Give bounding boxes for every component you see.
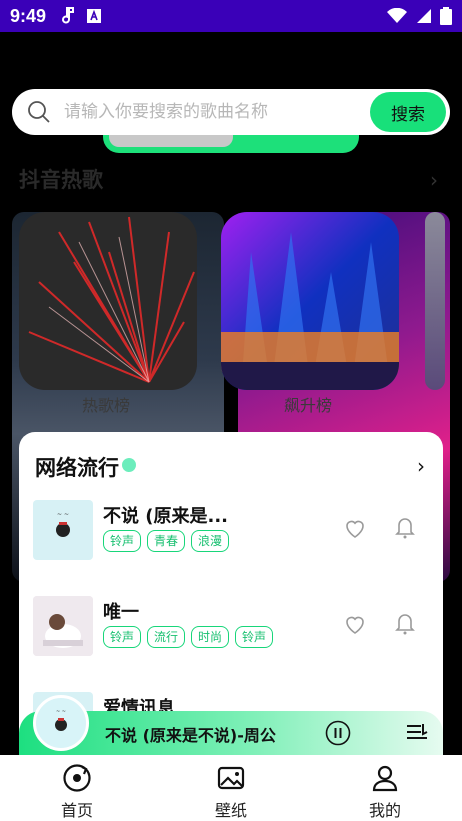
web-popular-title: 网络流行 [35,456,119,480]
playlist-icon[interactable] [405,721,429,745]
bell-icon[interactable] [393,514,417,540]
mini-player[interactable]: ~ ~ 不说 (原来是不说)-周公 [19,695,443,755]
douyin-section-title: 抖音热歌 [19,168,103,192]
image-icon [217,766,245,790]
tab-home[interactable]: 首页 [0,755,154,821]
mode-toggle-left[interactable] [109,133,233,147]
mode-toggle[interactable] [103,133,359,153]
song-tags: 铃声 青春 浪漫 [103,530,230,552]
song-tag[interactable]: 浪漫 [191,530,230,552]
song-tags: 铃声 流行 时尚 铃声 [103,626,274,648]
player-cover[interactable]: ~ ~ [33,695,89,751]
chart-card-hot-label: 热歌榜 [82,396,131,415]
song-cover: ~ ~ [33,500,93,560]
status-left-icons [58,6,102,26]
battery-icon [440,7,452,25]
music-note-icon [62,7,75,24]
song-row[interactable]: ~ ~ 不说 (原来是... 铃声 青春 浪漫 [33,500,433,560]
now-playing-title: 不说 (原来是不说)-周公 [105,726,276,745]
search-icon [26,99,52,125]
search-button[interactable]: 搜索 [370,92,446,132]
wifi-icon [387,8,407,23]
tab-mine-label: 我的 [368,801,401,820]
chart-card-rising-label: 飙升榜 [284,396,333,415]
song-title: 唯一 [103,602,139,623]
pause-icon[interactable] [325,720,351,746]
tab-wallpaper-label: 壁纸 [214,801,247,820]
tab-mine[interactable]: 我的 [308,755,462,821]
app-a-icon [87,9,102,23]
tab-wallpaper[interactable]: 壁纸 [154,755,308,821]
tab-home-label: 首页 [60,801,93,820]
song-title: 不说 (原来是... [103,506,229,527]
chart-card-rising[interactable] [221,212,399,390]
song-tag[interactable]: 青春 [147,530,186,552]
chart-card-hot[interactable] [19,212,197,390]
chart-card-third[interactable] [425,212,445,390]
search-bar: 搜索 [12,89,450,135]
song-tag[interactable]: 流行 [147,626,186,648]
heart-icon[interactable] [343,516,367,540]
song-tag[interactable]: 铃声 [103,626,142,648]
song-cover [33,596,93,656]
song-tag[interactable]: 铃声 [235,626,274,648]
svg-text:~ ~: ~ ~ [57,511,69,518]
bell-icon[interactable] [393,610,417,636]
music-disc-icon [63,764,91,792]
status-bar: 9:49 [0,0,462,32]
status-right [386,7,452,25]
douyin-more-chevron-icon[interactable]: › [430,168,438,192]
user-icon [372,765,398,792]
song-tag[interactable]: 铃声 [103,530,142,552]
title-decoration [122,458,136,472]
bottom-tabbar: 首页 壁纸 我的 [0,755,462,821]
song-row[interactable]: 唯一 铃声 流行 时尚 铃声 [33,596,433,656]
svg-text:~ ~: ~ ~ [56,709,66,715]
heart-icon[interactable] [343,612,367,636]
signal-icon [417,9,431,23]
status-time: 9:49 [10,5,47,26]
web-popular-more-chevron-icon[interactable]: › [417,454,425,478]
song-tag[interactable]: 时尚 [191,626,230,648]
